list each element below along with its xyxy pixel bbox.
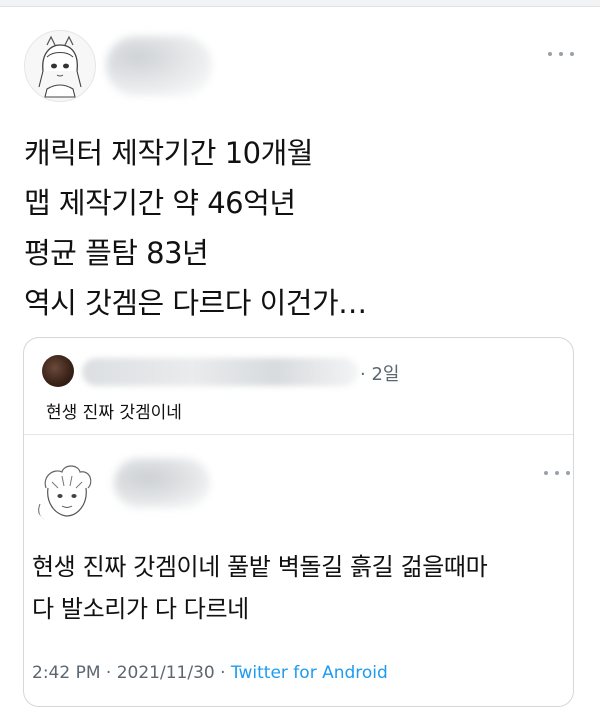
tweet-meta: 2:42 PM · 2021/11/30 · Twitter for Andro… — [32, 663, 388, 683]
quoted-username-blurred — [82, 358, 358, 386]
meta-separator: · — [220, 663, 226, 683]
inner-tweet-line: 다 발소리가 다 다르네 — [32, 595, 249, 623]
inner-username-blurred — [114, 458, 210, 508]
quoted-tweet-card[interactable]: · 2일 현생 진짜 갓겜이네 현생 진짜 갓겜이네 풀밭 벽돌길 흙길 걺을때… — [23, 337, 574, 707]
meta-separator: · — [105, 663, 112, 683]
inner-user-avatar[interactable] — [32, 458, 102, 528]
quoted-divider — [24, 434, 573, 435]
quoted-reply-text: 현생 진짜 갓겜이네 — [46, 403, 182, 423]
tweet-time[interactable]: 2:42 PM — [32, 663, 101, 683]
inner-tweet-line: 현생 진짜 갓겜이네 풀밭 벽돌길 흙길 걺을때마 — [32, 553, 488, 581]
quoted-timestamp[interactable]: · 2일 — [360, 360, 399, 386]
anime-avatar-icon — [38, 35, 82, 98]
tweet-line: 맵 제작기간 약 46억년 — [24, 186, 296, 220]
tweet-line: 평균 플탐 83년 — [24, 236, 209, 270]
more-horizontal-icon[interactable] — [548, 48, 574, 60]
sketch-avatar-icon — [38, 465, 92, 521]
username-blurred — [106, 36, 212, 96]
user-avatar[interactable] — [24, 30, 96, 102]
tweet-body: 캐릭터 제작기간 10개월 맵 제작기간 약 46억년 평균 플탐 83년 역시… — [24, 128, 584, 328]
tweet-line: 역시 갓겜은 다르다 이건가… — [24, 286, 367, 320]
more-horizontal-icon[interactable] — [544, 467, 570, 479]
tweet-source-link[interactable]: Twitter for Android — [231, 663, 388, 683]
tweet-line: 캐릭터 제작기간 10개월 — [24, 136, 313, 170]
quoted-user-avatar[interactable] — [42, 355, 74, 387]
top-divider-line — [0, 6, 600, 7]
inner-tweet-body: 현생 진짜 갓겜이네 풀밭 벽돌길 흙길 걺을때마 다 발소리가 다 다르네 — [32, 546, 572, 630]
tweet-date[interactable]: 2021/11/30 — [117, 663, 215, 683]
